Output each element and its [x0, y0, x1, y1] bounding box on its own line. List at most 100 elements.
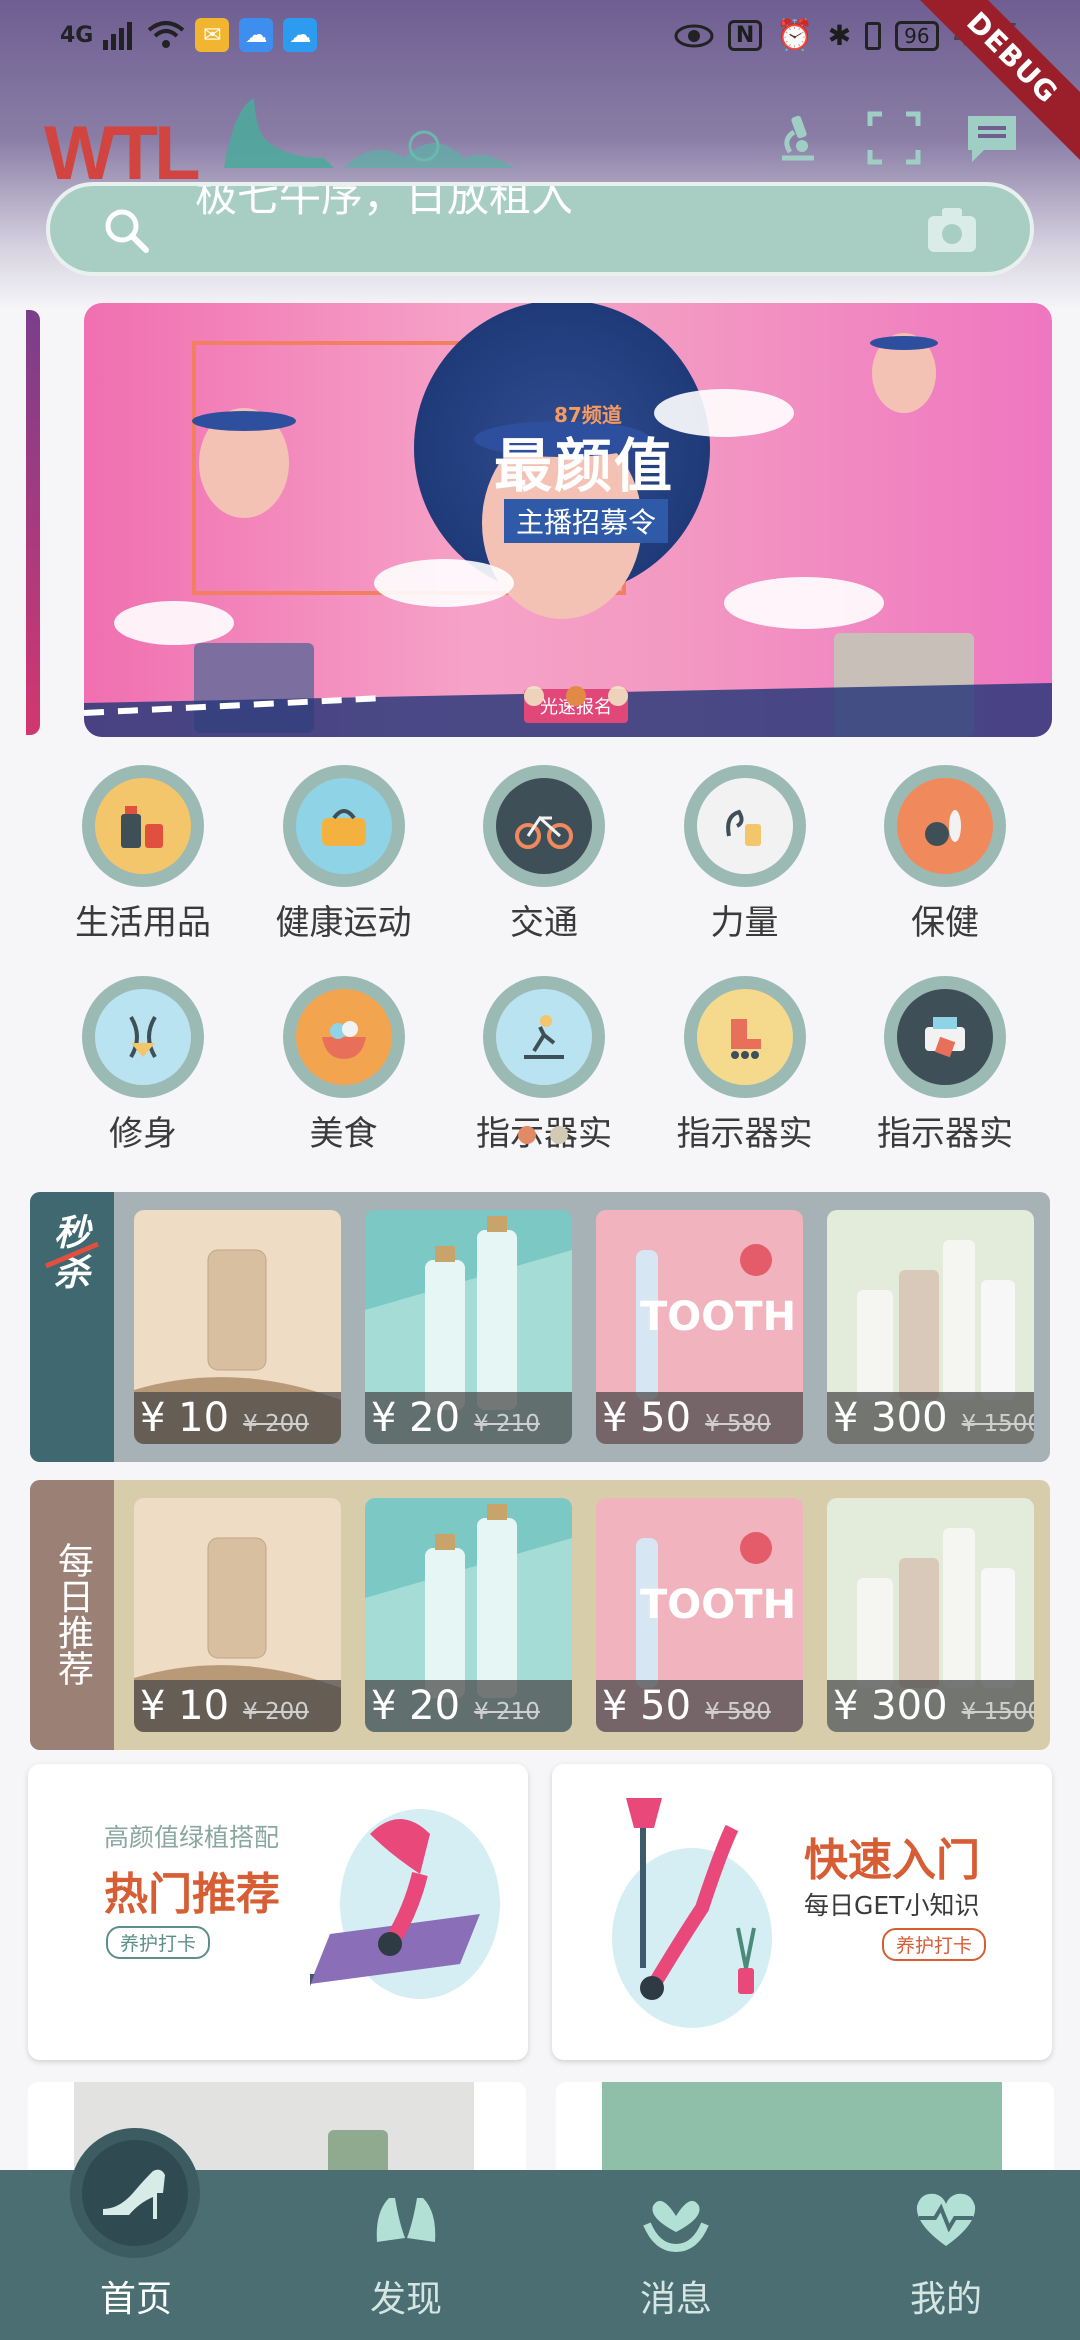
nav-profile[interactable]: 我的 — [846, 2170, 1046, 2340]
promo-card-hot[interactable]: 高颜值绿植搭配 热门推荐 养护打卡 — [28, 1764, 528, 2060]
runner-icon — [496, 989, 592, 1085]
nav-label: 我的 — [909, 2279, 982, 2320]
price-original: ¥ 1500 — [961, 1699, 1034, 1725]
category-icon-ring — [884, 976, 1006, 1098]
logo-animals-graphic — [224, 98, 514, 168]
category-icon-ring — [483, 976, 605, 1098]
top-actions — [768, 110, 1020, 166]
network-type: 4G — [60, 22, 94, 48]
camera-icon[interactable] — [926, 206, 978, 254]
banner-dot — [608, 686, 628, 706]
bra-icon — [376, 2198, 436, 2242]
category-icon-ring — [282, 976, 405, 1098]
bowling-icon — [897, 778, 993, 874]
category-daily-goods[interactable]: 生活用品 — [44, 765, 242, 944]
category-icon-ring — [683, 976, 806, 1098]
category-page-dot — [550, 1126, 568, 1144]
category-label: 修身 — [109, 1114, 177, 1154]
price-original: ¥ 580 — [705, 1699, 771, 1725]
microscope-icon[interactable] — [768, 110, 824, 166]
price-current: ¥ 20 — [371, 1395, 461, 1441]
promo-banner[interactable]: 87频道 最颜值 主播招募令 光速报名 — [84, 303, 1052, 737]
flash-sale-products: ¥ 10 ¥ 200 ¥ 20 ¥ 210 TOOTH ¥ 50 ¥ 580 ¥ 30… — [134, 1210, 1034, 1444]
weather-icon: ☁ — [283, 18, 318, 52]
nav-label: 首页 — [99, 2279, 172, 2320]
status-left: 4G ✉ ☁ ☁ — [60, 18, 318, 52]
price-original: ¥ 210 — [474, 1411, 540, 1437]
category-label: 生活用品 — [75, 903, 211, 943]
banner-dot-active — [566, 686, 586, 706]
promo-card-quick-start[interactable]: 快速入门 每日GET小知识 养护打卡 — [552, 1764, 1052, 2060]
daily-pick-label-column: 每日推荐 — [30, 1480, 114, 1750]
category-strength[interactable]: 力量 — [646, 765, 844, 944]
product-card[interactable]: ¥ 300 ¥ 1500 — [827, 1210, 1034, 1444]
nav-messages[interactable]: 消息 — [576, 2170, 776, 2340]
category-label: 指示器实 — [676, 1114, 813, 1154]
cloud-icon: ☁ — [239, 18, 274, 52]
flash-sale-slash-icon — [45, 1241, 99, 1269]
category-icon-ring — [282, 765, 405, 887]
category-indicator-2[interactable]: 指示器实 — [646, 976, 844, 1155]
product-card[interactable]: ¥ 10 ¥ 200 — [134, 1498, 341, 1732]
search-hint-marquee: 极七牛序，日放租入 美美美一种，一定的 — [195, 182, 574, 272]
mail-icon: ✉ — [195, 18, 230, 52]
search-bar[interactable]: 极七牛序，日放租入 美美美一种，一定的 — [46, 182, 1034, 276]
nav-discover[interactable]: 发现 — [306, 2170, 506, 2340]
strength-icon — [696, 778, 793, 874]
price-bar: ¥ 300 ¥ 1500 — [827, 1680, 1034, 1732]
category-label: 健康运动 — [275, 903, 412, 943]
category-icon-ring — [82, 765, 204, 887]
category-page-dot-active — [518, 1126, 536, 1144]
body-shape-icon — [95, 989, 191, 1085]
category-health-care[interactable]: 保健 — [846, 765, 1044, 944]
category-indicator-3[interactable]: 指示器实 — [846, 976, 1044, 1155]
price-current: ¥ 50 — [602, 1395, 692, 1441]
product-card[interactable]: ¥ 20 ¥ 210 — [365, 1210, 572, 1444]
price-current: ¥ 10 — [140, 1395, 230, 1441]
product-card[interactable]: ¥ 10 ¥ 200 — [134, 1210, 341, 1444]
category-food[interactable]: 美食 — [245, 976, 443, 1155]
price-original: ¥ 1500 — [961, 1411, 1034, 1437]
product-card[interactable]: ¥ 300 ¥ 1500 — [827, 1498, 1034, 1732]
gym-bag-icon — [295, 778, 392, 874]
promo-subtitle: 每日GET小知识 — [804, 1891, 980, 1920]
category-transport[interactable]: 交通 — [445, 765, 643, 944]
banner-indicator — [524, 686, 628, 706]
nav-home-bubble[interactable] — [70, 2128, 200, 2258]
nav-label: 消息 — [639, 2279, 712, 2320]
status-bar: 4G ✉ ☁ ☁ N ⏰ ✱ 96 4:45 DEBUG — [0, 0, 1080, 167]
daily-pick-section: 每日推荐 ¥ 10 ¥ 200 ¥ 20 ¥ 210 TOOTH ¥ 50 ¥ 580… — [30, 1480, 1050, 1750]
category-label: 力量 — [710, 903, 779, 943]
nfc-icon: N — [727, 20, 763, 51]
eye-icon — [674, 24, 714, 47]
price-bar: ¥ 50 ¥ 580 — [596, 1680, 803, 1732]
bicycle-icon — [496, 778, 592, 874]
product-card[interactable]: TOOTH ¥ 50 ¥ 580 — [596, 1210, 803, 1444]
category-icon-ring — [884, 765, 1006, 887]
product-card[interactable]: ¥ 20 ¥ 210 — [365, 1498, 572, 1732]
category-health-sports[interactable]: 健康运动 — [245, 765, 443, 944]
scan-icon[interactable] — [866, 110, 922, 166]
battery-level: 96 — [895, 20, 939, 51]
search-hint-line2: 美美美一种，一定的 — [195, 268, 573, 272]
category-body-shape[interactable]: 修身 — [44, 976, 242, 1155]
product-card[interactable]: TOOTH ¥ 50 ¥ 580 — [596, 1498, 803, 1732]
promo-title: 热门推荐 — [104, 1869, 280, 1920]
price-original: ¥ 580 — [705, 1411, 771, 1437]
price-bar: ¥ 20 ¥ 210 — [365, 1680, 572, 1732]
banner-dot — [524, 686, 544, 706]
banner-prev-peek[interactable] — [26, 310, 40, 735]
food-bowl-icon — [295, 989, 392, 1085]
stretching-illustration — [612, 1798, 772, 2028]
heart-hands-icon — [643, 2200, 709, 2252]
category-label: 交通 — [510, 903, 578, 943]
nav-label: 发现 — [369, 2279, 442, 2320]
heartbeat-icon — [916, 2193, 976, 2246]
message-icon[interactable] — [964, 110, 1020, 166]
category-icon-ring — [483, 765, 605, 887]
price-current: ¥ 10 — [140, 1683, 230, 1729]
price-bar: ¥ 50 ¥ 580 — [596, 1392, 803, 1444]
search-hint-line1: 极七牛序，日放租入 — [195, 182, 574, 221]
promo-tag: 养护打卡 — [882, 1928, 987, 1961]
category-label: 保健 — [911, 903, 979, 943]
